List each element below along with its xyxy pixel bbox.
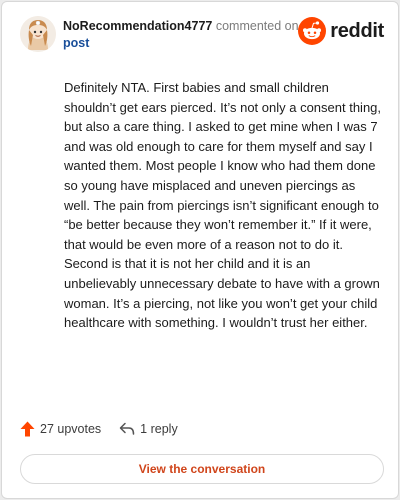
reply-button[interactable]: 1 reply <box>119 422 178 436</box>
user-avatar[interactable] <box>20 16 56 52</box>
username[interactable]: NoRecommendation4777 <box>63 19 212 33</box>
reply-count: 1 reply <box>140 422 178 436</box>
comment-actions: 27 upvotes 1 reply <box>20 418 196 440</box>
snoo-avatar-icon <box>20 16 56 52</box>
upvote-button[interactable]: 27 upvotes <box>20 421 101 437</box>
comment-text: Definitely NTA. First babies and small c… <box>64 80 382 331</box>
view-conversation-label: View the conversation <box>138 462 266 476</box>
view-conversation-button[interactable]: View the conversation <box>20 454 384 484</box>
username-line: NoRecommendation4777 commented on <box>63 18 299 34</box>
reddit-logo-icon <box>298 17 327 45</box>
brand-name: reddit <box>330 19 384 42</box>
reddit-brand[interactable]: reddit <box>298 16 384 46</box>
comment-card: NoRecommendation4777 commented on post r… <box>1 1 399 499</box>
upvotes-count: 27 upvotes <box>40 422 102 436</box>
upvote-arrow-icon <box>20 421 35 437</box>
commented-on-text: commented on <box>215 19 299 33</box>
post-link[interactable]: post <box>63 35 89 51</box>
comment-header: NoRecommendation4777 commented on post r… <box>20 16 384 56</box>
reply-icon <box>119 422 135 435</box>
